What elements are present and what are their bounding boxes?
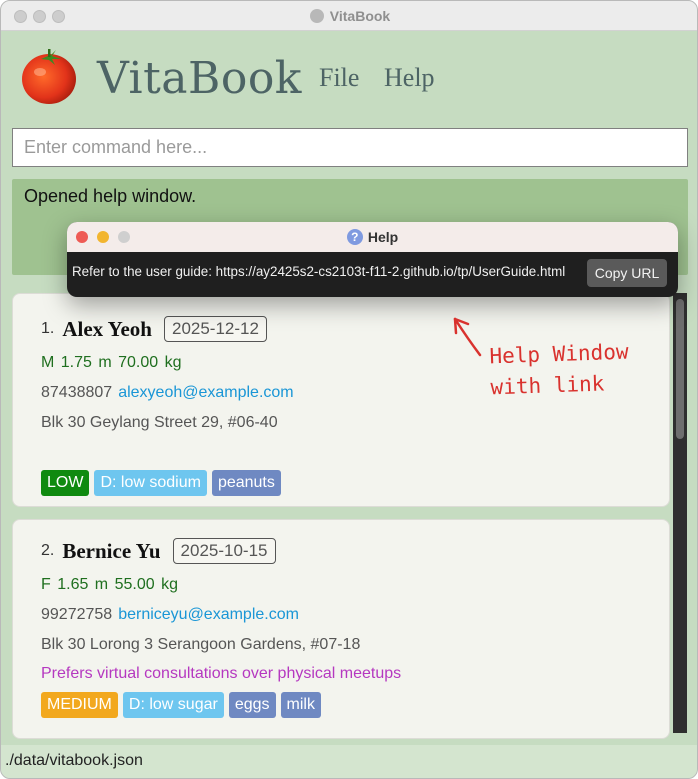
person-email[interactable]: berniceyu@example.com [118, 606, 299, 623]
result-text: Opened help window. [24, 186, 197, 206]
annotation-line-1: Help Window [489, 339, 629, 369]
scrollbar-thumb[interactable] [676, 299, 684, 439]
app-header: VitaBook File Help [1, 31, 697, 123]
app-name: VitaBook [97, 53, 302, 104]
allergy-tag: eggs [228, 692, 276, 718]
diet-tag: D: low sugar [122, 692, 224, 718]
help-window: ? Help Refer to the user guide: https://… [67, 222, 678, 297]
data-file-path: ./data/vitabook.json [5, 752, 143, 769]
person-address: Blk 30 Geylang Street 29, #06-40 [41, 414, 278, 431]
app-window: VitaBook VitaBook File Help Opened help … [0, 0, 698, 779]
person-name: Alex Yeoh [62, 316, 152, 341]
help-message: Refer to the user guide: https://ay2425s… [72, 264, 566, 279]
appointment-date-badge: 2025-10-15 [172, 538, 276, 564]
person-vitals: F 1.65 m 55.00 kg [41, 576, 178, 593]
menu-help[interactable]: Help [384, 63, 435, 93]
person-card[interactable]: 2. Bernice Yu 2025-10-15 F 1.65 m 55.00 … [12, 519, 670, 739]
person-email[interactable]: alexyeoh@example.com [118, 384, 293, 401]
person-name: Bernice Yu [62, 538, 161, 563]
person-address: Blk 30 Lorong 3 Serangoon Gardens, #07-1… [41, 636, 361, 653]
person-tags: LOW D: low sodium peanuts [41, 470, 281, 496]
command-input[interactable] [12, 128, 688, 167]
window-title: VitaBook [1, 1, 697, 31]
menu-file[interactable]: File [319, 63, 359, 93]
person-remark: Prefers virtual consultations over physi… [41, 665, 402, 682]
person-index: 2. [41, 542, 55, 559]
diet-tag: D: low sodium [94, 470, 207, 496]
copy-url-button[interactable]: Copy URL [587, 259, 667, 287]
help-title-bar: ? Help [67, 222, 678, 252]
allergy-tag: milk [280, 692, 321, 718]
annotation-text: Help Window with link [489, 337, 630, 404]
app-icon [309, 9, 324, 23]
person-phone: 99272758 [41, 606, 113, 623]
annotation-line-2: with link [490, 371, 605, 400]
annotation-arrow-icon [453, 317, 482, 357]
person-index: 1. [41, 320, 55, 337]
person-contact: 87438807 alexyeoh@example.com [41, 384, 294, 402]
priority-tag: LOW [41, 470, 90, 496]
person-card-header: 1. Alex Yeoh 2025-12-12 [41, 316, 267, 342]
priority-tag: MEDIUM [41, 692, 118, 718]
person-contact: 99272758 berniceyu@example.com [41, 606, 299, 624]
help-title: ? Help [67, 222, 678, 252]
person-card-header: 2. Bernice Yu 2025-10-15 [41, 538, 276, 564]
person-phone: 87438807 [41, 384, 113, 401]
person-tags: MEDIUM D: low sugar eggs milk [41, 692, 321, 718]
title-bar: VitaBook [1, 1, 697, 31]
help-title-text: Help [367, 229, 399, 245]
window-title-text: VitaBook [329, 8, 391, 24]
status-bar: ./data/vitabook.json [1, 745, 697, 778]
appointment-date-badge: 2025-12-12 [163, 316, 267, 342]
tomato-logo-icon [22, 49, 76, 104]
list-scrollbar[interactable] [673, 293, 687, 733]
person-vitals: M 1.75 m 70.00 kg [41, 354, 182, 371]
allergy-tag: peanuts [211, 470, 281, 496]
question-icon: ? [346, 229, 363, 245]
